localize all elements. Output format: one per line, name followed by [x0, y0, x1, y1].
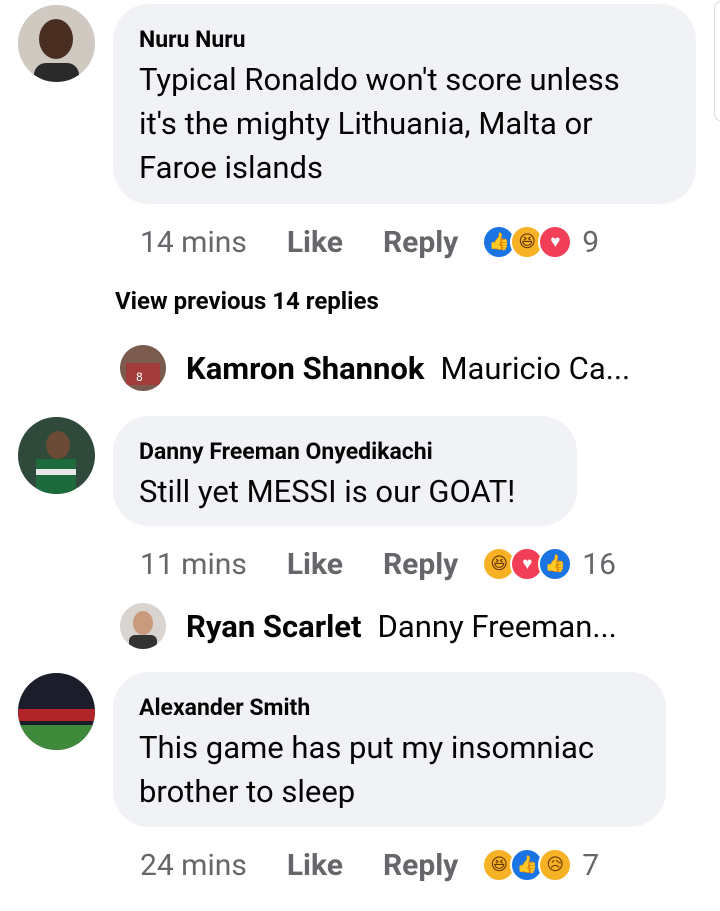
sad-reaction-icon: 😥 [538, 848, 573, 882]
like-button[interactable]: Like [287, 848, 343, 883]
svg-text:8: 8 [136, 370, 143, 384]
reactions-summary[interactable]: 😆 ♥ 👍 [482, 547, 573, 581]
love-reaction-icon: ♥ [538, 225, 573, 259]
comment-author[interactable]: Alexander Smith [139, 694, 640, 722]
comment-meta: 11 mins Like Reply 😆 ♥ 👍 16 [140, 544, 616, 584]
view-previous-replies-link[interactable]: View previous 14 replies [115, 287, 379, 315]
comment-bubble: Nuru Nuru Typical Ronaldo won't score un… [113, 4, 696, 204]
like-button[interactable]: Like [287, 547, 343, 582]
comment-text: Still yet MESSI is our GOAT! [139, 473, 516, 510]
comment-time[interactable]: 11 mins [140, 547, 247, 582]
reactions-summary[interactable]: 👍 😆 ♥ [482, 225, 573, 259]
comment-time[interactable]: 24 mins [140, 848, 247, 883]
edge-handle [714, 0, 720, 122]
comment-author[interactable]: Danny Freeman Onyedikachi [139, 438, 551, 466]
comment-bubble: Danny Freeman Onyedikachi Still yet MESS… [113, 416, 577, 526]
reply-preview-row[interactable]: Ryan Scarlet Danny Freeman... [120, 602, 617, 650]
like-reaction-icon: 👍 [538, 547, 573, 581]
reply-preview-text: Danny Freeman... [377, 607, 617, 645]
comment-meta: 14 mins Like Reply 👍 😆 ♥ 9 [140, 222, 599, 262]
reply-preview-text: Mauricio Ca... [440, 349, 631, 387]
avatar-nuru-nuru[interactable] [18, 5, 95, 82]
reaction-count: 16 [582, 546, 617, 582]
reply-author: Kamron Shannok [186, 349, 425, 387]
comment-time[interactable]: 14 mins [140, 225, 247, 260]
comment-text: This game has put my insomniac brother t… [139, 729, 595, 810]
comment-bubble: Alexander Smith This game has put my ins… [113, 672, 666, 827]
reply-author: Ryan Scarlet [186, 607, 362, 645]
avatar-danny-freeman[interactable] [18, 417, 95, 494]
avatar-image [18, 5, 95, 82]
avatar-ryan-scarlet [120, 603, 166, 649]
reply-button[interactable]: Reply [383, 547, 458, 582]
avatar-image [18, 673, 95, 750]
comment-meta: 24 mins Like Reply 😆 👍 😥 7 [140, 845, 599, 885]
comment-author[interactable]: Nuru Nuru [139, 26, 670, 54]
avatar-kamron-shannok: 8 [120, 345, 166, 391]
reaction-count: 7 [582, 847, 600, 883]
reply-button[interactable]: Reply [383, 225, 458, 260]
avatar-alexander-smith[interactable] [18, 673, 95, 750]
reply-button[interactable]: Reply [383, 848, 458, 883]
reply-preview-row[interactable]: 8 Kamron Shannok Mauricio Ca... [120, 344, 630, 392]
reaction-count: 9 [582, 224, 600, 260]
like-button[interactable]: Like [287, 225, 343, 260]
comment-text: Typical Ronaldo won't score unless it's … [139, 61, 620, 186]
avatar-image [18, 417, 95, 494]
reactions-summary[interactable]: 😆 👍 😥 [482, 848, 573, 882]
